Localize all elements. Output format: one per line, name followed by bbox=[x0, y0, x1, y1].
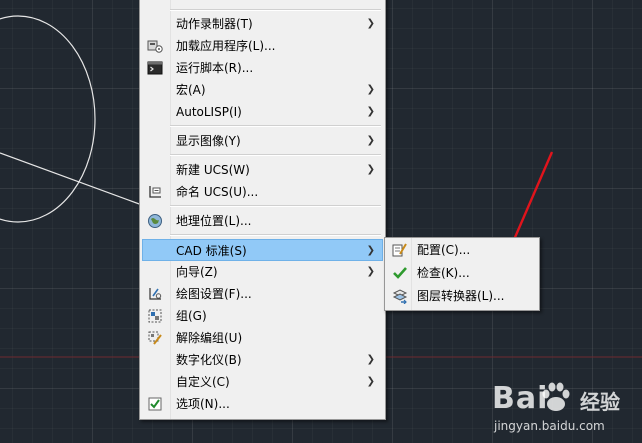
drafting-settings-icon bbox=[149, 288, 162, 300]
menu-separator bbox=[170, 205, 381, 207]
menu-item-customize[interactable]: 自定义(C) ❯ bbox=[142, 371, 383, 393]
submenu-arrow-icon: ❯ bbox=[366, 135, 375, 146]
menu-item-label: ... bbox=[176, 0, 187, 1]
menu-separator bbox=[170, 125, 381, 127]
menu-item-geolocation[interactable]: 地理位置(L)... bbox=[142, 210, 383, 232]
menu-item-label: 命名 UCS(U)... bbox=[176, 185, 259, 199]
menu-item-partial-top[interactable]: ... bbox=[142, 0, 383, 1]
line-entity bbox=[0, 152, 143, 206]
menu-separator bbox=[170, 234, 381, 236]
menu-separator bbox=[170, 154, 381, 156]
submenu-arrow-icon: ❯ bbox=[366, 266, 375, 277]
menu-item-label: 加载应用程序(L)... bbox=[176, 39, 276, 53]
menu-item-autolisp[interactable]: AutoLISP(I) ❯ bbox=[142, 101, 383, 123]
menu-item-label: AutoLISP(I) bbox=[176, 105, 242, 119]
submenu-arrow-icon: ❯ bbox=[366, 164, 375, 175]
menu-item-label: 宏(A) bbox=[176, 83, 206, 97]
paw-logo-icon bbox=[542, 382, 570, 411]
menu-item-label: 向导(Z) bbox=[176, 265, 218, 279]
menu-item-group[interactable]: 组(G) bbox=[142, 305, 383, 327]
menu-item-named-ucs[interactable]: 命名 UCS(U)... bbox=[142, 181, 383, 203]
menu-item-label: 配置(C)... bbox=[417, 243, 471, 257]
menu-item-label: 动作录制器(T) bbox=[176, 17, 253, 31]
watermark-jingyan-text: 经验 bbox=[580, 390, 620, 414]
menu-item-label: 显示图像(Y) bbox=[176, 134, 241, 148]
submenu-arrow-icon: ❯ bbox=[366, 84, 375, 95]
submenu-arrow-icon: ❯ bbox=[366, 18, 375, 29]
menu-item-label: 数字化仪(B) bbox=[176, 353, 242, 367]
circle-entity bbox=[0, 15, 96, 223]
menu-item-digitizer[interactable]: 数字化仪(B) ❯ bbox=[142, 349, 383, 371]
menu-item-ungroup[interactable]: 解除编组(U) bbox=[142, 327, 383, 349]
geolocation-icon bbox=[148, 214, 162, 228]
menu-item-new-ucs[interactable]: 新建 UCS(W) ❯ bbox=[142, 159, 383, 181]
options-checkbox-icon bbox=[148, 397, 162, 411]
submenu-arrow-icon: ❯ bbox=[366, 354, 375, 365]
menu-item-drafting-settings[interactable]: 绘图设置(F)... bbox=[142, 283, 383, 305]
submenu-arrow-icon: ❯ bbox=[366, 106, 375, 117]
menu-item-options[interactable]: 选项(N)... bbox=[142, 393, 383, 415]
menu-item-label: 组(G) bbox=[176, 309, 207, 323]
ungroup-icon bbox=[148, 331, 162, 345]
menu-item-display-image[interactable]: 显示图像(Y) ❯ bbox=[142, 130, 383, 152]
check-standards-icon bbox=[393, 267, 407, 279]
submenu-arrow-icon: ❯ bbox=[366, 245, 375, 256]
menu-item-label: CAD 标准(S) bbox=[176, 244, 247, 258]
configure-standards-icon bbox=[392, 243, 407, 257]
menu-item-action-recorder[interactable]: 动作录制器(T) ❯ bbox=[142, 13, 383, 35]
load-application-icon bbox=[147, 40, 163, 53]
group-icon bbox=[148, 309, 162, 323]
menu-item-label: 新建 UCS(W) bbox=[176, 163, 250, 177]
menu-item-load-application[interactable]: 加载应用程序(L)... bbox=[142, 35, 383, 57]
menu-item-label: 解除编组(U) bbox=[176, 331, 243, 345]
menu-item-label: 运行脚本(R)... bbox=[176, 61, 254, 75]
menu-item-label: 图层转换器(L)... bbox=[417, 289, 505, 303]
named-ucs-icon bbox=[149, 186, 161, 198]
menu-item-label: 绘图设置(F)... bbox=[176, 287, 252, 301]
menu-item-run-script[interactable]: 运行脚本(R)... bbox=[142, 57, 383, 79]
menu-item-label: 检查(K)... bbox=[417, 266, 470, 280]
watermark-url: jingyan.baidu.com bbox=[494, 419, 605, 433]
tools-menu: ... 动作录制器(T) ❯ 加载应用程序(L)... 运行脚本(R)... 宏… bbox=[139, 0, 386, 420]
submenu-arrow-icon: ❯ bbox=[366, 376, 375, 387]
menu-item-macro[interactable]: 宏(A) ❯ bbox=[142, 79, 383, 101]
baidu-jingyan-watermark: Bai 经验 jingyan.baidu.com bbox=[492, 377, 632, 437]
menu-separator bbox=[170, 9, 381, 11]
submenu-item-check[interactable]: 检查(K)... bbox=[387, 262, 537, 284]
menu-item-cad-standards[interactable]: CAD 标准(S) ❯ bbox=[142, 239, 383, 261]
submenu-item-configure[interactable]: 配置(C)... bbox=[387, 239, 537, 261]
submenu-item-layer-translator[interactable]: 图层转换器(L)... bbox=[387, 285, 537, 307]
menu-item-wizards[interactable]: 向导(Z) ❯ bbox=[142, 261, 383, 283]
layer-translator-icon bbox=[392, 289, 408, 304]
menu-item-label: 地理位置(L)... bbox=[176, 214, 252, 228]
cad-standards-submenu: 配置(C)... 检查(K)... 图层转换器(L)... bbox=[384, 237, 540, 311]
menu-item-label: 选项(N)... bbox=[176, 397, 230, 411]
menu-item-label: 自定义(C) bbox=[176, 375, 230, 389]
run-script-icon bbox=[147, 61, 163, 75]
